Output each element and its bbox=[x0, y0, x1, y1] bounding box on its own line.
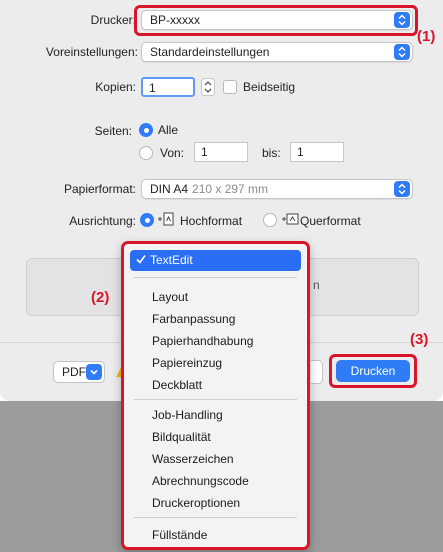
orientation-landscape-radio[interactable] bbox=[263, 213, 277, 227]
pdf-label: PDF bbox=[62, 365, 86, 379]
pages-all-label: Alle bbox=[158, 123, 179, 137]
pdf-chevron-down-icon bbox=[86, 364, 102, 380]
paper-value: DIN A4 bbox=[150, 182, 189, 196]
orientation-landscape-label: Querformat bbox=[300, 214, 361, 228]
presets-value: Standardeinstellungen bbox=[150, 45, 270, 59]
pages-all-radio[interactable] bbox=[139, 123, 153, 137]
menu-item-abrechnungscode[interactable]: Abrechnungscode bbox=[152, 474, 249, 488]
pages-from-label: Von: bbox=[160, 146, 185, 160]
highlight-printer bbox=[134, 5, 418, 36]
orientation-portrait-radio[interactable] bbox=[140, 213, 154, 227]
pages-from-input[interactable]: 1 bbox=[194, 142, 248, 162]
pages-label: Seiten: bbox=[94, 124, 132, 138]
orientation-portrait-label: Hochformat bbox=[180, 214, 243, 228]
paper-popup-chevron-icon bbox=[394, 181, 410, 197]
menu-separator bbox=[134, 517, 297, 518]
landscape-icon bbox=[281, 211, 299, 230]
presets-popup[interactable]: Standardeinstellungen bbox=[141, 42, 413, 62]
duplex-label: Beidseitig bbox=[243, 80, 296, 94]
menu-item-papierhandhabung[interactable]: Papierhandhabung bbox=[152, 334, 253, 348]
paper-label: Papierformat: bbox=[63, 182, 136, 196]
menu-item-deckblatt[interactable]: Deckblatt bbox=[152, 378, 202, 392]
menu-item-label: TextEdit bbox=[150, 253, 193, 267]
pdf-menu-button[interactable]: PDF bbox=[53, 361, 105, 383]
menu-separator bbox=[134, 277, 297, 278]
presets-label: Voreinstellungen: bbox=[45, 45, 138, 59]
orientation-label: Ausrichtung: bbox=[69, 214, 136, 228]
menu-item-bildqualitaet[interactable]: Bildqualität bbox=[152, 430, 211, 444]
duplex-checkbox[interactable] bbox=[223, 80, 237, 94]
checkmark-icon bbox=[136, 253, 146, 268]
menu-separator bbox=[134, 399, 297, 400]
menu-item-textedit[interactable]: TextEdit bbox=[130, 250, 301, 271]
panel-text: n bbox=[313, 278, 320, 292]
cancel-button-partial[interactable] bbox=[311, 360, 323, 384]
pages-range-radio[interactable] bbox=[139, 146, 153, 160]
pages-to-input[interactable]: 1 bbox=[290, 142, 344, 162]
copies-input[interactable]: 1 bbox=[141, 77, 195, 97]
callout-1: (1) bbox=[417, 28, 436, 45]
stepper-arrows-icon bbox=[204, 81, 212, 93]
portrait-icon bbox=[157, 211, 175, 230]
presets-popup-chevron-icon bbox=[394, 44, 410, 60]
options-dropdown-menu: TextEdit Layout Farbanpassung Papierhand… bbox=[121, 241, 310, 550]
copies-label: Kopien: bbox=[95, 80, 136, 94]
callout-2: (2) bbox=[91, 289, 110, 306]
menu-item-farbanpassung[interactable]: Farbanpassung bbox=[152, 312, 235, 326]
menu-item-druckeroptionen[interactable]: Druckeroptionen bbox=[152, 496, 240, 510]
printer-label: Drucker: bbox=[90, 13, 136, 27]
highlight-print bbox=[329, 354, 417, 388]
callout-3: (3) bbox=[410, 331, 429, 348]
menu-item-fuellstaende[interactable]: Füllstände bbox=[152, 528, 207, 542]
menu-item-layout[interactable]: Layout bbox=[152, 290, 188, 304]
paper-size: 210 x 297 mm bbox=[192, 182, 269, 196]
menu-item-job-handling[interactable]: Job-Handling bbox=[152, 408, 223, 422]
menu-item-papiereinzug[interactable]: Papiereinzug bbox=[152, 356, 222, 370]
copies-stepper[interactable] bbox=[201, 78, 215, 96]
paper-popup[interactable]: DIN A4 210 x 297 mm bbox=[141, 179, 413, 199]
pages-to-label: bis: bbox=[262, 146, 281, 160]
menu-item-wasserzeichen[interactable]: Wasserzeichen bbox=[152, 452, 234, 466]
